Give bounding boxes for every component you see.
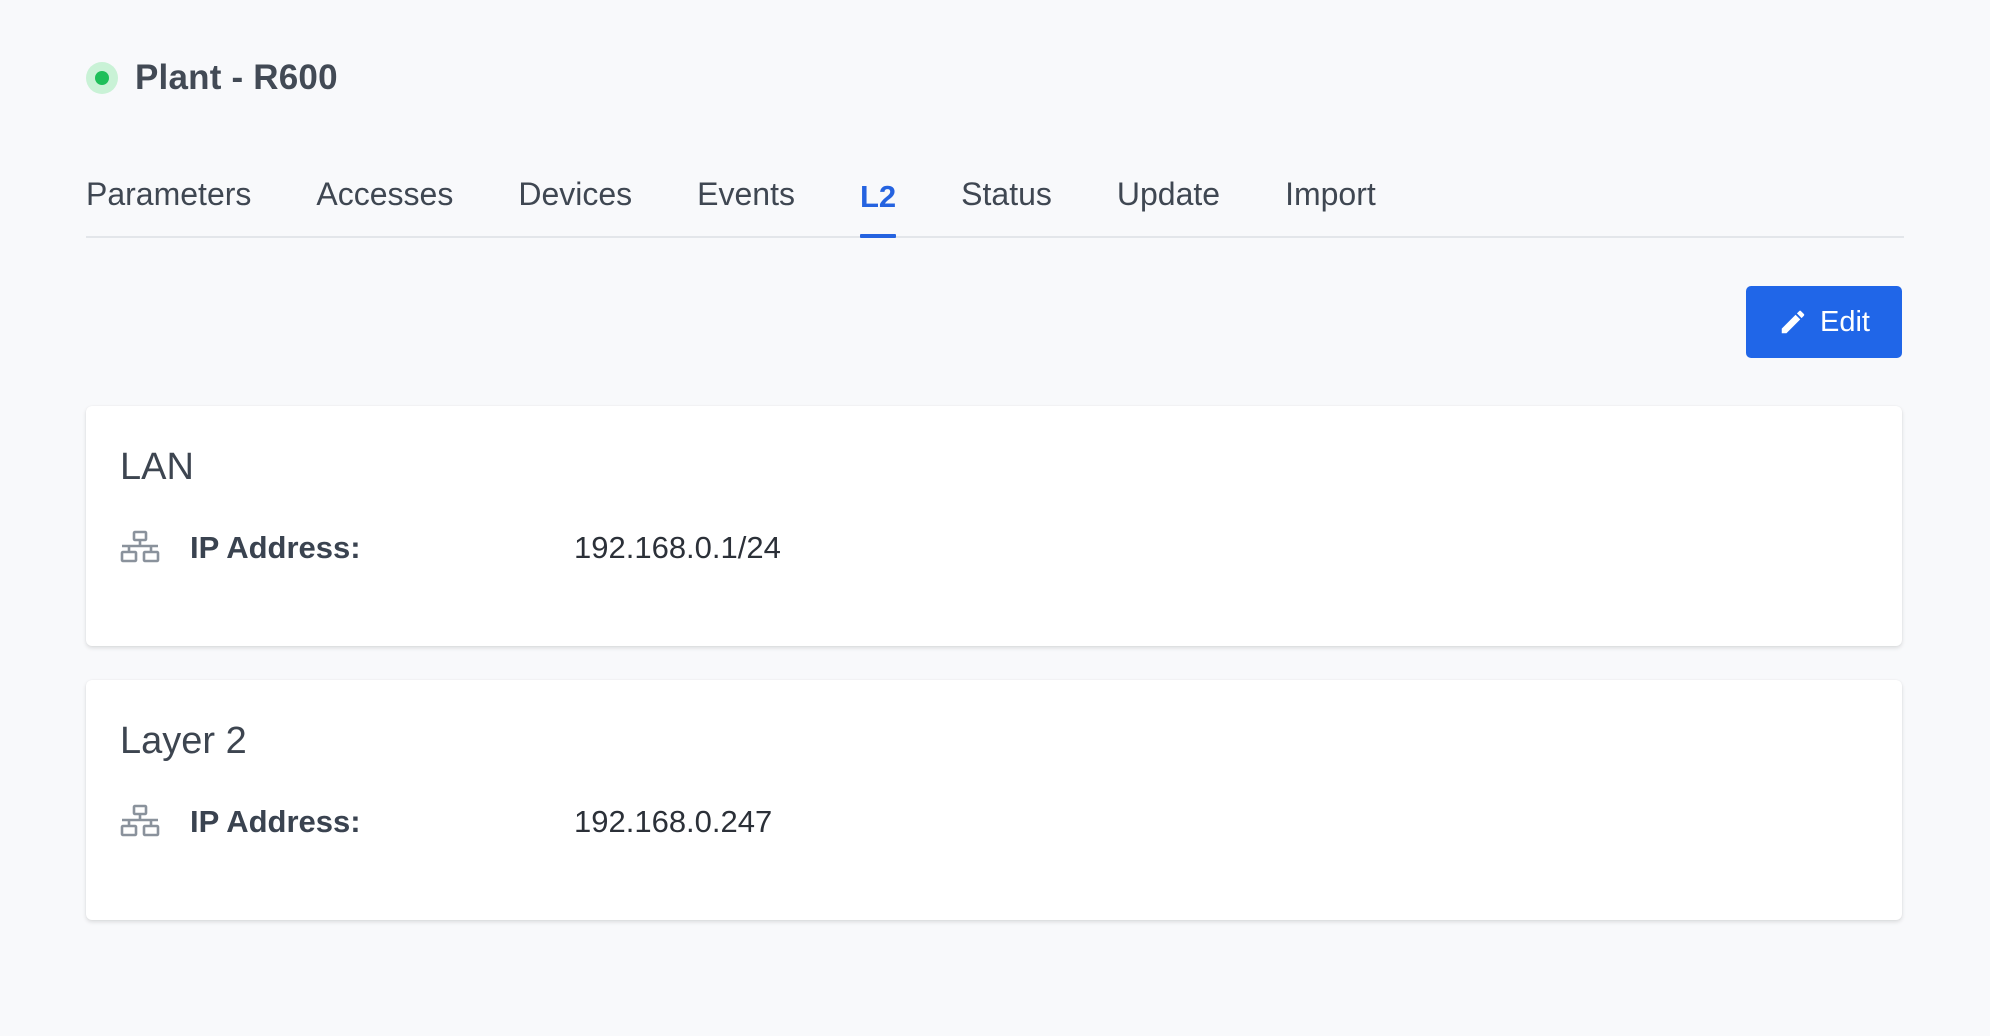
tab-import[interactable]: Import [1285,170,1376,236]
lan-card: LAN IP Address: 192.168.0.1/24 [86,406,1902,646]
edit-button-label: Edit [1820,305,1870,338]
status-online-icon [86,62,118,94]
layer2-ip-row: IP Address: 192.168.0.247 [120,802,772,842]
tab-accesses[interactable]: Accesses [316,170,453,236]
pencil-icon [1781,310,1805,334]
tab-parameters[interactable]: Parameters [86,170,251,236]
lan-ip-value: 192.168.0.1/24 [574,530,781,565]
layer2-ip-label: IP Address: [190,804,361,839]
status-dot-inner [95,71,109,85]
page-header: Plant - R600 [86,58,338,98]
layer2-ip-value: 192.168.0.247 [574,804,773,839]
tab-events[interactable]: Events [697,170,795,236]
page-title: Plant - R600 [135,58,338,97]
tab-update[interactable]: Update [1117,170,1220,236]
lan-card-title: LAN [120,446,194,488]
layer2-card-title: Layer 2 [120,720,247,762]
network-icon [120,530,160,563]
tab-bar: Parameters Accesses Devices Events L2 St… [86,170,1904,238]
network-icon [120,804,160,837]
tab-status[interactable]: Status [961,170,1052,236]
layer2-card: Layer 2 IP Address: 192.168.0.247 [86,680,1902,920]
lan-ip-label: IP Address: [190,530,361,565]
edit-button[interactable]: Edit [1746,286,1902,358]
lan-ip-row: IP Address: 192.168.0.1/24 [120,528,781,568]
tab-devices[interactable]: Devices [518,170,632,236]
tab-l2[interactable]: L2 [859,170,897,238]
